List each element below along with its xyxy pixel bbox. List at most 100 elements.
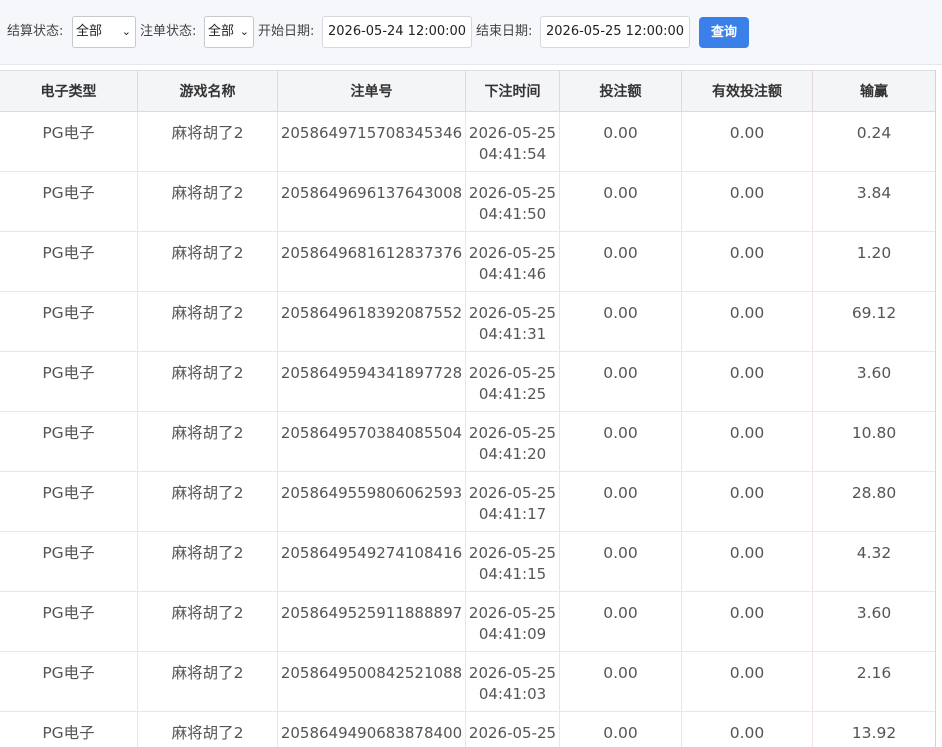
col-header-game: 游戏名称 (137, 70, 278, 112)
table-row: PG电子 麻将胡了2 2058649559806062593 2026-05-2… (0, 471, 936, 532)
cell-type: PG电子 (0, 171, 138, 232)
order-status-select[interactable]: 全部 ⌄ (204, 16, 254, 48)
cell-win-loss: 4.32 (812, 531, 936, 592)
cell-game: 麻将胡了2 (137, 411, 278, 472)
cell-win-loss: 3.60 (812, 591, 936, 652)
cell-bet-time: 2026-05-25 04:41:15 (465, 531, 560, 592)
cell-win-loss: 10.80 (812, 411, 936, 472)
cell-bet-amount: 0.00 (559, 531, 682, 592)
cell-valid-bet: 0.00 (681, 351, 813, 412)
cell-bet-time: 2026-05-25 04:41:17 (465, 471, 560, 532)
cell-order-no: 2058649570384085504 (277, 411, 466, 472)
cell-bet-amount: 0.00 (559, 351, 682, 412)
col-header-valid-bet: 有效投注额 (681, 70, 813, 112)
cell-bet-amount: 0.00 (559, 231, 682, 292)
query-button[interactable]: 查询 (699, 17, 749, 48)
col-header-type: 电子类型 (0, 70, 138, 112)
cell-valid-bet: 0.00 (681, 711, 813, 747)
bet-records-table: 电子类型 游戏名称 注单号 下注时间 投注额 有效投注额 输赢 PG电子 麻将胡… (0, 70, 936, 747)
bet-clock: 04:41:20 (478, 445, 547, 463)
settle-status-label: 结算状态: (7, 24, 64, 39)
cell-bet-time: 2026-05-25 04:41:54 (465, 111, 560, 172)
table-row: PG电子 麻将胡了2 2058649500842521088 2026-05-2… (0, 651, 936, 712)
cell-valid-bet: 0.00 (681, 471, 813, 532)
bet-clock: 04:41:50 (478, 205, 547, 223)
cell-valid-bet: 0.00 (681, 651, 813, 712)
cell-win-loss: 3.84 (812, 171, 936, 232)
cell-bet-time: 2026-05-25 04:41:31 (465, 291, 560, 352)
start-date-input[interactable]: 2026-05-24 12:00:00 (322, 16, 472, 48)
cell-valid-bet: 0.00 (681, 231, 813, 292)
cell-bet-time: 2026-05-25 04:41:46 (465, 231, 560, 292)
cell-game: 麻将胡了2 (137, 111, 278, 172)
bet-clock: 04:41:15 (478, 565, 547, 583)
cell-valid-bet: 0.00 (681, 171, 813, 232)
bet-date: 2026-05-25 (468, 304, 557, 322)
cell-valid-bet: 0.00 (681, 111, 813, 172)
bet-date: 2026-05-25 (468, 544, 557, 562)
cell-type: PG电子 (0, 111, 138, 172)
order-status-value: 全部 (208, 24, 235, 39)
bet-clock: 04:41:03 (478, 685, 547, 703)
table-row: PG电子 麻将胡了2 2058649715708345346 2026-05-2… (0, 111, 936, 172)
bet-clock: 04:41:31 (478, 325, 547, 343)
bet-date: 2026-05-25 (468, 364, 557, 382)
col-header-bet-time: 下注时间 (465, 70, 560, 112)
col-header-order-no: 注单号 (277, 70, 466, 112)
cell-bet-amount: 0.00 (559, 411, 682, 472)
cell-bet-time: 2026-05-25 04:41:09 (465, 591, 560, 652)
cell-type: PG电子 (0, 411, 138, 472)
bet-clock: 04:41:54 (478, 145, 547, 163)
cell-bet-amount: 0.00 (559, 471, 682, 532)
scroll-edge-divider (935, 70, 936, 747)
filter-bar: 结算状态: 全部 ⌄ 注单状态: 全部 ⌄ 开始日期: 2026-05-24 1… (0, 0, 942, 65)
cell-type: PG电子 (0, 651, 138, 712)
cell-bet-time: 2026-05-25 04:41:20 (465, 411, 560, 472)
bet-date: 2026-05-25 (468, 124, 557, 142)
col-header-win-loss: 输赢 (812, 70, 936, 112)
table-row: PG电子 麻将胡了2 2058649570384085504 2026-05-2… (0, 411, 936, 472)
cell-type: PG电子 (0, 531, 138, 592)
bet-date: 2026-05-25 (468, 184, 557, 202)
cell-bet-amount: 0.00 (559, 291, 682, 352)
bet-date: 2026-05-25 (468, 724, 557, 742)
cell-type: PG电子 (0, 711, 138, 747)
cell-type: PG电子 (0, 591, 138, 652)
table-row: PG电子 麻将胡了2 2058649594341897728 2026-05-2… (0, 351, 936, 412)
cell-game: 麻将胡了2 (137, 471, 278, 532)
start-date-label: 开始日期: (258, 24, 315, 39)
col-header-bet-amount: 投注额 (559, 70, 682, 112)
cell-win-loss: 2.16 (812, 651, 936, 712)
order-status-label: 注单状态: (140, 24, 197, 39)
settle-status-select[interactable]: 全部 ⌄ (72, 16, 136, 48)
bet-clock: 04:41:09 (478, 625, 547, 643)
cell-order-no: 2058649618392087552 (277, 291, 466, 352)
cell-valid-bet: 0.00 (681, 291, 813, 352)
cell-order-no: 2058649559806062593 (277, 471, 466, 532)
bet-date: 2026-05-25 (468, 244, 557, 262)
cell-order-no: 2058649549274108416 (277, 531, 466, 592)
cell-win-loss: 3.60 (812, 351, 936, 412)
cell-bet-time: 2026-05-25 (465, 711, 560, 747)
cell-game: 麻将胡了2 (137, 591, 278, 652)
settle-status-value: 全部 (76, 24, 103, 39)
cell-valid-bet: 0.00 (681, 591, 813, 652)
cell-win-loss: 69.12 (812, 291, 936, 352)
chevron-down-icon: ⌄ (239, 25, 249, 38)
bet-date: 2026-05-25 (468, 424, 557, 442)
cell-bet-amount: 0.00 (559, 711, 682, 747)
bet-date: 2026-05-25 (468, 664, 557, 682)
cell-game: 麻将胡了2 (137, 531, 278, 592)
cell-game: 麻将胡了2 (137, 291, 278, 352)
bet-clock: 04:41:46 (478, 265, 547, 283)
cell-order-no: 2058649490683878400 (277, 711, 466, 747)
end-date-input[interactable]: 2026-05-25 12:00:00 (540, 16, 690, 48)
bet-records-table-wrap: 电子类型 游戏名称 注单号 下注时间 投注额 有效投注额 输赢 PG电子 麻将胡… (0, 70, 942, 747)
bet-date: 2026-05-25 (468, 484, 557, 502)
cell-type: PG电子 (0, 351, 138, 412)
chevron-down-icon: ⌄ (121, 25, 131, 38)
cell-bet-time: 2026-05-25 04:41:03 (465, 651, 560, 712)
cell-game: 麻将胡了2 (137, 711, 278, 747)
bet-date: 2026-05-25 (468, 604, 557, 622)
cell-type: PG电子 (0, 471, 138, 532)
